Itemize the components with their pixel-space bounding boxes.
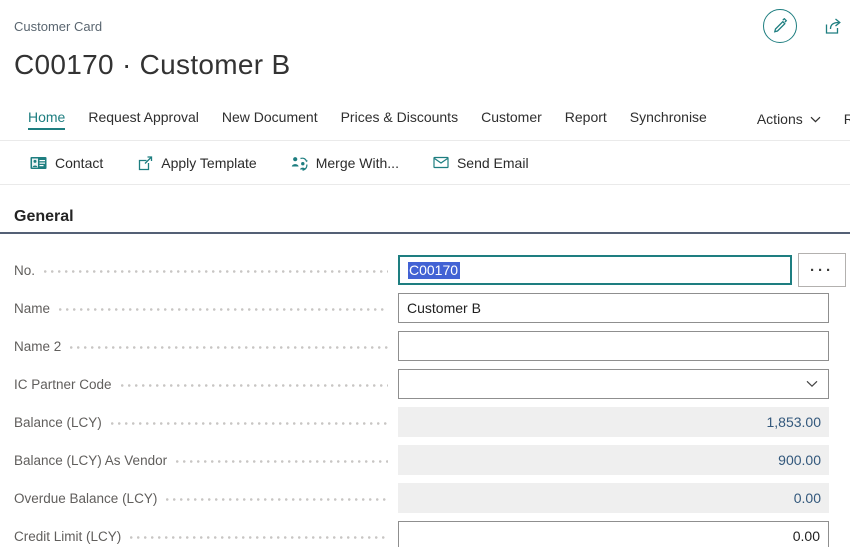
- ic-partner-code-dropdown[interactable]: [398, 369, 829, 399]
- tab-customer[interactable]: Customer: [481, 109, 542, 130]
- merge-people-icon: [291, 155, 308, 171]
- chevron-down-icon: [806, 380, 818, 388]
- contact-button-label: Contact: [55, 155, 103, 171]
- overdue-balance-lcy-field-label: Overdue Balance (LCY): [14, 491, 157, 506]
- top-bar: Customer Card: [0, 0, 850, 36]
- send-email-button-label: Send Email: [457, 155, 529, 171]
- ribbon-tab-bar: Home Request Approval New Document Price…: [0, 108, 850, 141]
- send-email-icon: [433, 156, 449, 169]
- name2-field-label: Name 2: [14, 339, 61, 354]
- dotted-leader: [111, 422, 388, 425]
- general-fields: No. C00170 ··· Name Customer B Name 2: [0, 255, 850, 547]
- field-row-overdue-balance-lcy: Overdue Balance (LCY) 0.00: [14, 483, 850, 513]
- selected-text: C00170: [408, 262, 460, 279]
- merge-with-button-label: Merge With...: [316, 155, 399, 171]
- apply-template-button[interactable]: Apply Template: [137, 155, 256, 171]
- apply-template-button-label: Apply Template: [161, 155, 256, 171]
- dotted-leader: [176, 460, 388, 463]
- balance-lcy-field-label: Balance (LCY): [14, 415, 102, 430]
- dotted-leader: [70, 346, 388, 349]
- tab-synchronise[interactable]: Synchronise: [630, 109, 707, 130]
- tab-home[interactable]: Home: [28, 109, 65, 130]
- actions-menu-label: Actions: [757, 111, 803, 127]
- field-row-ic-partner-code: IC Partner Code: [14, 369, 850, 399]
- balance-lcy-value[interactable]: 1,853.00: [398, 407, 829, 437]
- section-divider: [0, 232, 850, 234]
- no-field-label: No.: [14, 263, 35, 278]
- ic-partner-code-field-label: IC Partner Code: [14, 377, 112, 392]
- apply-template-icon: [137, 155, 153, 171]
- overdue-balance-lcy-value[interactable]: 0.00: [398, 483, 829, 513]
- share-icon[interactable]: [823, 16, 844, 36]
- tab-report[interactable]: Report: [565, 109, 607, 130]
- dotted-leader: [166, 498, 388, 501]
- tab-prices-discounts[interactable]: Prices & Discounts: [341, 109, 458, 130]
- dotted-leader: [130, 536, 388, 539]
- credit-limit-lcy-input[interactable]: 0.00: [398, 521, 829, 547]
- field-row-name2: Name 2: [14, 331, 850, 361]
- page-title: C00170 · Customer B: [14, 48, 850, 82]
- breadcrumb[interactable]: Customer Card: [14, 19, 102, 34]
- field-row-balance-lcy-as-vendor: Balance (LCY) As Vendor 900.00: [14, 445, 850, 475]
- dotted-leader: [121, 384, 388, 387]
- dotted-leader: [59, 308, 388, 311]
- no-assist-edit-button[interactable]: ···: [798, 253, 846, 287]
- field-row-credit-limit-lcy: Credit Limit (LCY) 0.00: [14, 521, 850, 547]
- related-menu[interactable]: Related: [844, 111, 850, 127]
- name-field-label: Name: [14, 301, 50, 316]
- contact-card-icon: [30, 156, 47, 170]
- related-menu-label: Related: [844, 111, 850, 127]
- merge-with-button[interactable]: Merge With...: [291, 155, 399, 171]
- send-email-button[interactable]: Send Email: [433, 155, 529, 171]
- field-row-no: No. C00170 ···: [14, 255, 850, 285]
- chevron-down-icon: [810, 116, 821, 123]
- field-row-name: Name Customer B: [14, 293, 850, 323]
- field-row-balance-lcy: Balance (LCY) 1,853.00: [14, 407, 850, 437]
- dotted-leader: [44, 270, 388, 273]
- pencil-icon: [772, 18, 788, 34]
- balance-lcy-as-vendor-value[interactable]: 900.00: [398, 445, 829, 475]
- section-header-general[interactable]: General: [14, 207, 850, 227]
- action-toolbar: Contact Apply Template: [0, 141, 850, 185]
- name-field-input[interactable]: Customer B: [398, 293, 829, 323]
- name2-field-input[interactable]: [398, 331, 829, 361]
- balance-lcy-as-vendor-field-label: Balance (LCY) As Vendor: [14, 453, 167, 468]
- header-icons: [763, 9, 844, 43]
- customer-card-page: Customer Card C00170 · Customer B Home R…: [0, 0, 850, 547]
- edit-button[interactable]: [763, 9, 797, 43]
- actions-menu[interactable]: Actions: [757, 111, 821, 127]
- credit-limit-lcy-field-label: Credit Limit (LCY): [14, 529, 121, 544]
- tab-request-approval[interactable]: Request Approval: [88, 109, 199, 130]
- contact-button[interactable]: Contact: [30, 155, 103, 171]
- tab-new-document[interactable]: New Document: [222, 109, 318, 130]
- no-field-input[interactable]: C00170: [398, 255, 792, 285]
